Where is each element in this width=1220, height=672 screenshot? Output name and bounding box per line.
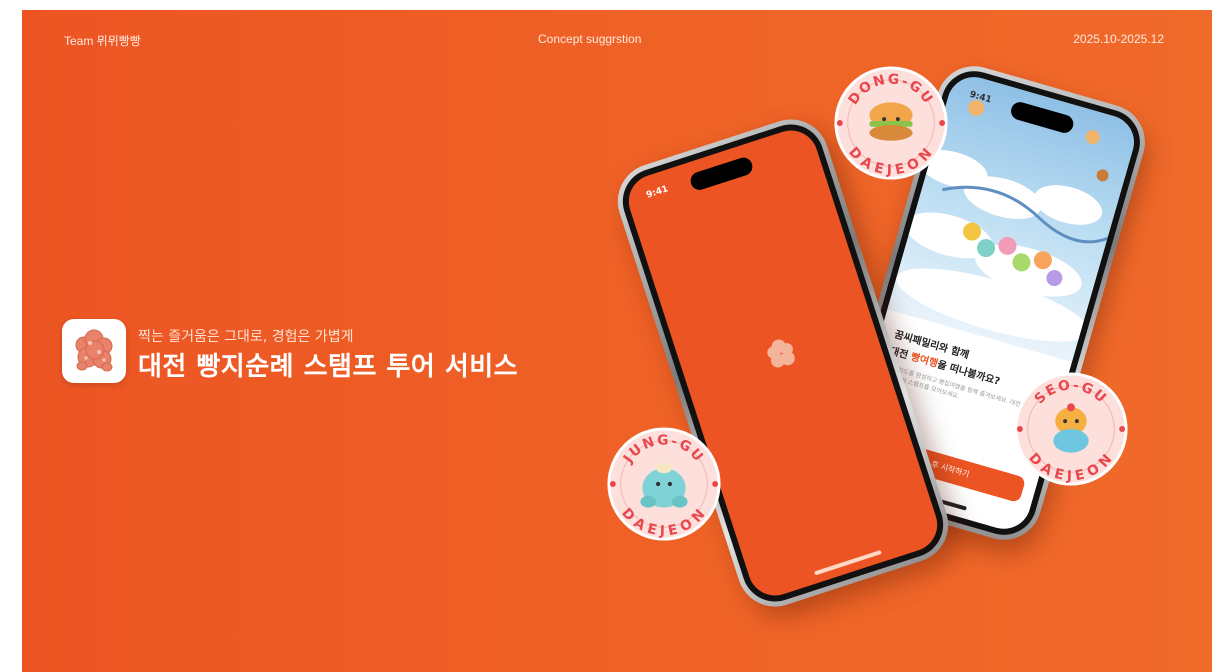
hero-title: 대전 빵지순례 스탬프 투어 서비스 (138, 352, 519, 382)
team-label: Team 뮈뮈빵빵 (64, 34, 141, 48)
app-icon (62, 319, 126, 383)
hero-subtitle: 찍는 즐거움은 그대로, 경험은 가볍게 (138, 329, 354, 345)
onboarding-heading-accent: 빵여행 (909, 351, 939, 371)
dong-gu-badge: DONG-GU DAEJEON (832, 64, 950, 182)
splash-logo-icon (767, 339, 795, 368)
dynamic-island (688, 155, 755, 193)
seo-gu-badge: SEO-GU DAEJEON (1012, 370, 1130, 488)
burger-mascot-icon (869, 102, 913, 141)
slide-background: Team 뮈뮈빵빵 Concept suggrstion 2025.10-202… (22, 10, 1212, 672)
top-bar: Team 뮈뮈빵빵 Concept suggrstion 2025.10-202… (22, 32, 1212, 52)
bread-mascot-icon (75, 329, 113, 372)
period-label: 2025.10-2025.12 (1073, 32, 1164, 46)
concept-label: Concept suggrstion (538, 32, 642, 46)
jung-gu-badge: JUNG-GU DAEJEON (605, 425, 723, 543)
status-time: 9:41 (645, 184, 670, 201)
